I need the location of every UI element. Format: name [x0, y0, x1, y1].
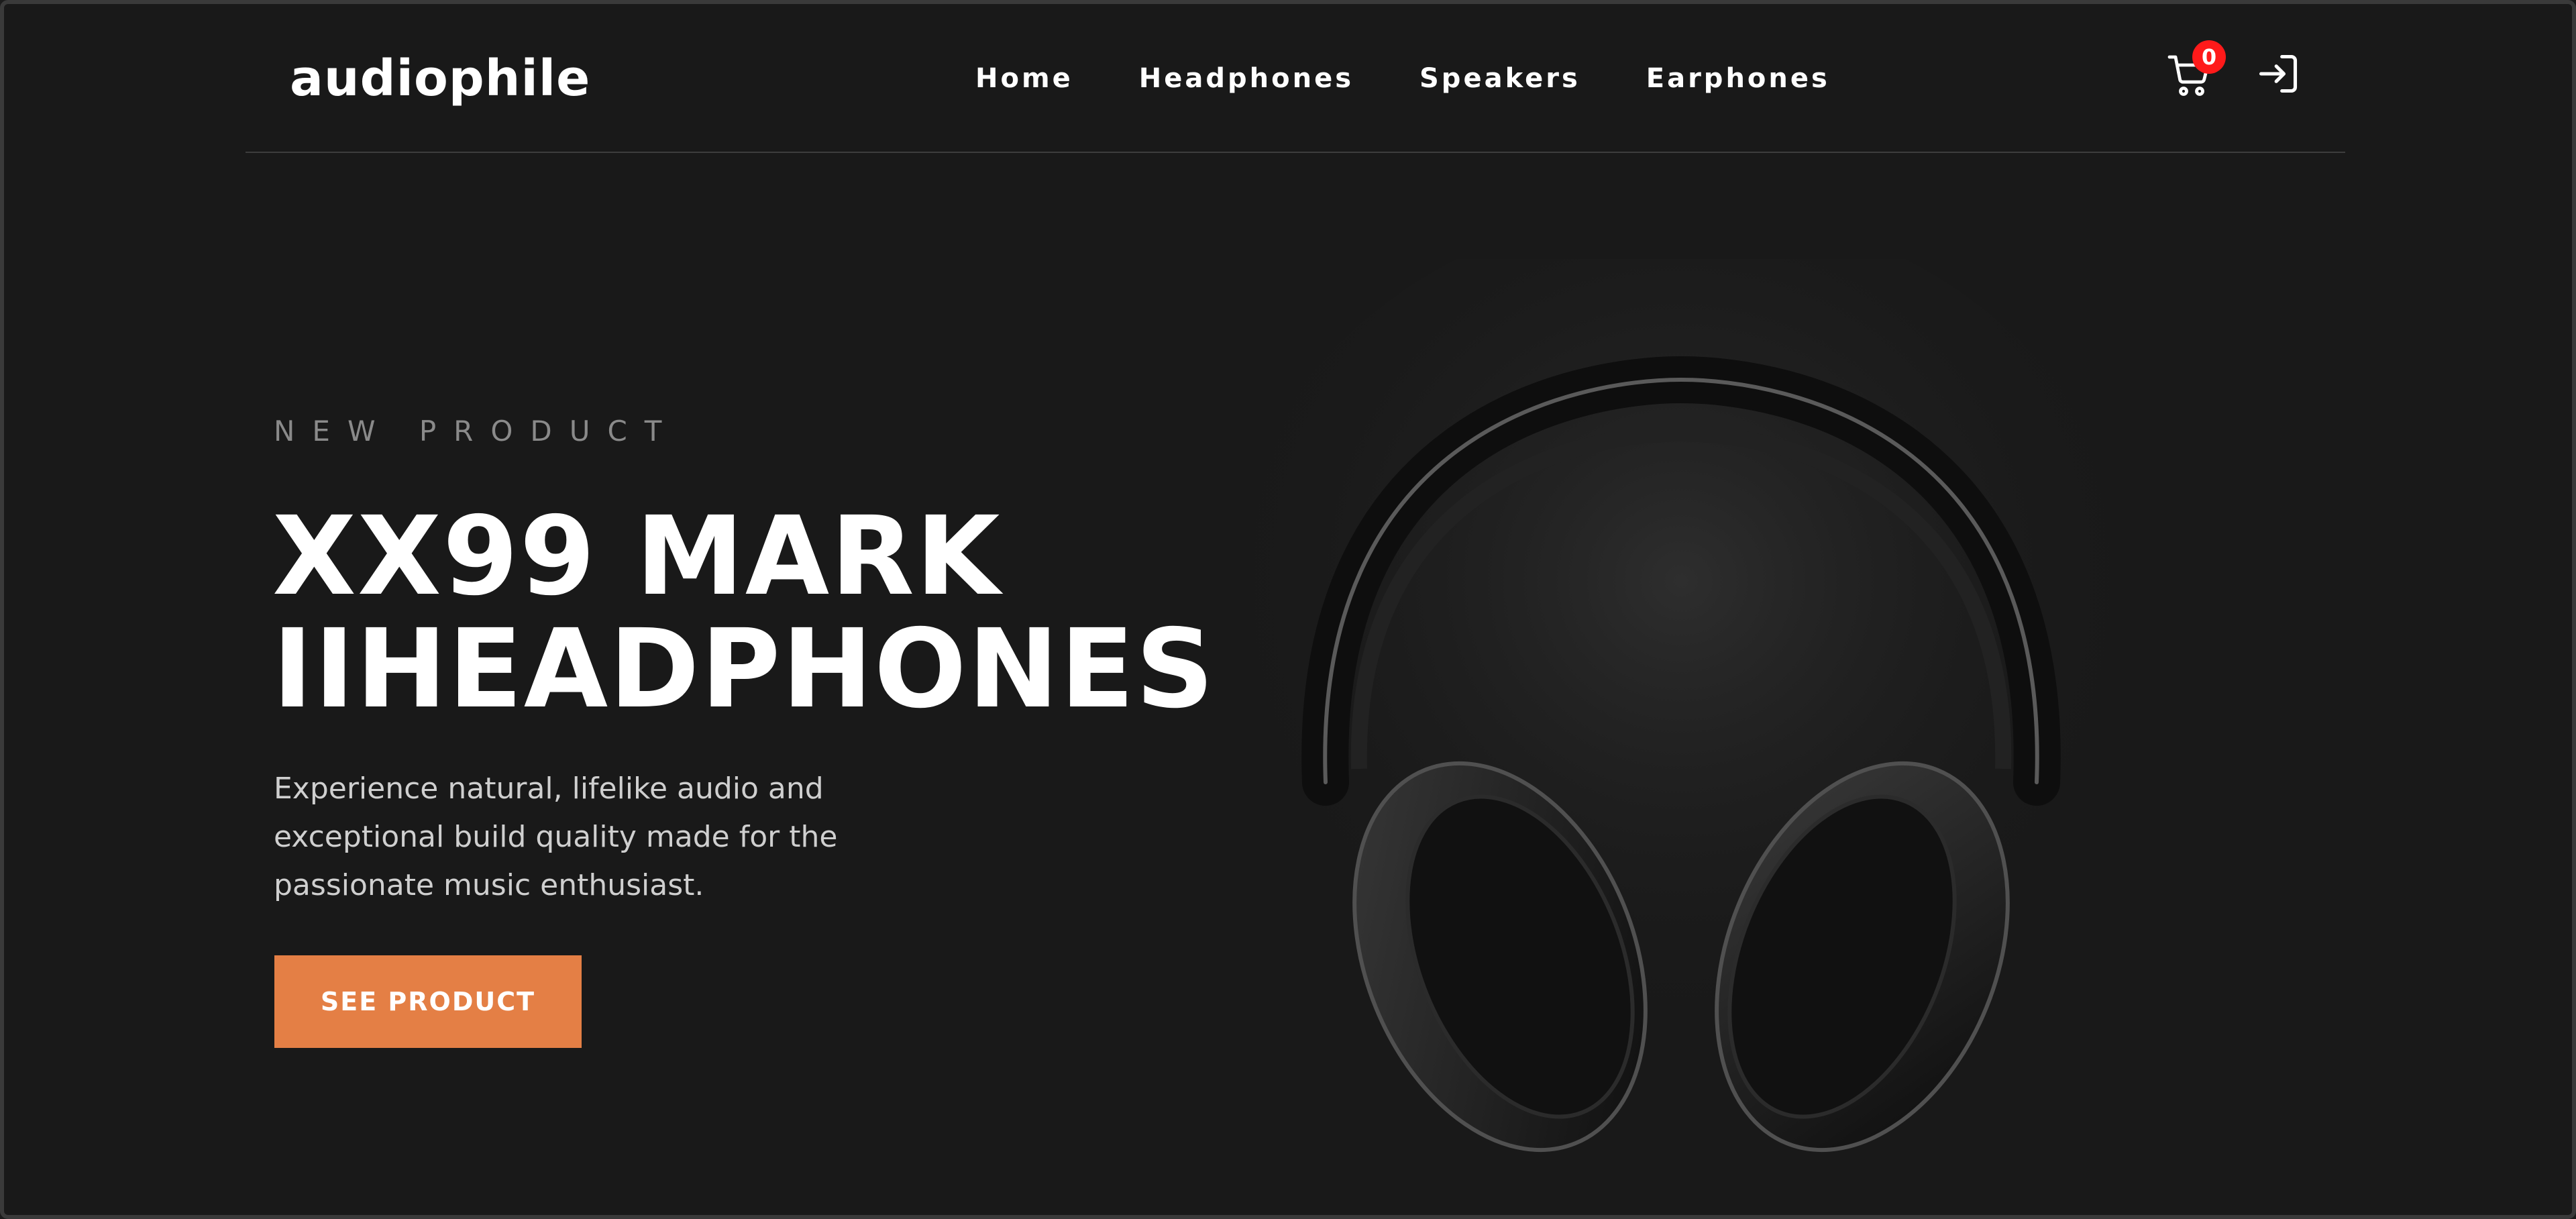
cart-count-badge: 0	[2192, 40, 2226, 74]
hero-title-line2: IIHEADPHONES	[272, 606, 1216, 733]
headphones-product-image	[1144, 205, 2218, 1215]
login-icon	[2259, 54, 2298, 93]
nav-item-headphones[interactable]: Headphones	[1139, 63, 1354, 94]
hero-description: Experience natural, lifelike audio and e…	[274, 772, 838, 902]
see-product-button[interactable]: SEE PRODUCT	[274, 955, 582, 1048]
app-window: audiophile Home Headphones Speakers Earp…	[0, 0, 2576, 1219]
site-header: audiophile Home Headphones Speakers Earp…	[246, 4, 2345, 153]
hero-eyebrow: NEW PRODUCT	[274, 415, 680, 447]
nav-item-speakers[interactable]: Speakers	[1419, 63, 1580, 94]
hero-title-line1: XX99 MARK	[272, 494, 1002, 620]
brand-logo[interactable]: audiophile	[290, 50, 590, 107]
header-divider	[246, 152, 2345, 153]
login-button[interactable]	[2255, 51, 2302, 98]
hero-title: XX99 MARK IIHEADPHONES	[272, 500, 1216, 726]
nav-item-earphones[interactable]: Earphones	[1646, 63, 1830, 94]
main-nav: Home Headphones Speakers Earphones	[975, 63, 1830, 94]
headphones-icon	[1198, 205, 2164, 1153]
nav-item-home[interactable]: Home	[975, 63, 1073, 94]
